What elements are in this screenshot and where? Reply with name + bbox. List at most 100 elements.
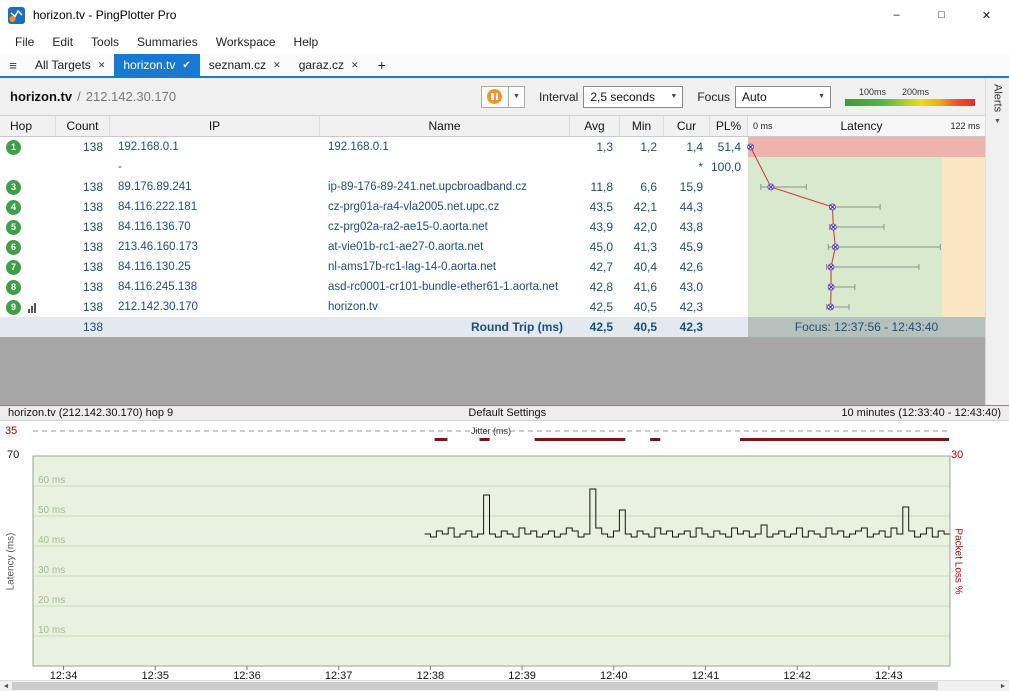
tab-seznam-cz[interactable]: seznam.cz ✕	[200, 54, 290, 76]
avg-cell: 43,5	[570, 197, 620, 217]
timeline-header: horizon.tv (212.142.30.170) hop 9 Defaul…	[0, 406, 1009, 421]
scroll-right-arrow-icon[interactable]: ►	[997, 681, 1009, 691]
latency-color-legend: 100ms 200ms	[845, 87, 975, 106]
target-name: horizon.tv	[10, 89, 72, 104]
hop-cell: 5	[0, 217, 56, 237]
header-pl[interactable]: PL%	[710, 116, 748, 136]
pl-cell	[710, 217, 748, 237]
ip-cell: 213.46.160.173	[110, 237, 320, 257]
hop-cell: 6	[0, 237, 56, 257]
close-button[interactable]: ✕	[964, 0, 1009, 30]
header-hop[interactable]: Hop	[0, 116, 56, 136]
latency-bar-cell	[748, 157, 985, 177]
table-row[interactable]: 713884.116.130.25nl-ams17b-rc1-lag-14-0.…	[0, 257, 985, 277]
tab-horizon-tv[interactable]: horizon.tv ✔	[114, 54, 199, 76]
ip-cell: 192.168.0.1	[110, 137, 320, 157]
min-cell: 42,1	[620, 197, 664, 217]
name-cell	[320, 157, 570, 177]
summary-count: 138	[56, 317, 110, 337]
min-cell: 41,3	[620, 237, 664, 257]
pause-dropdown-button[interactable]: ▼	[509, 86, 525, 108]
menu-summaries[interactable]: Summaries	[128, 35, 207, 49]
menu-edit[interactable]: Edit	[43, 35, 82, 49]
legend-200ms-label: 200ms	[902, 87, 929, 99]
hop-cell	[0, 157, 56, 177]
tab-list-menu-button[interactable]: ≡	[0, 54, 26, 76]
ip-cell: 84.116.245.138	[110, 277, 320, 297]
latency-axis-label: Latency (ms)	[6, 517, 17, 607]
ip-cell: 84.116.130.25	[110, 257, 320, 277]
tab-garaz-cz[interactable]: garaz.cz ✕	[290, 54, 368, 76]
close-icon[interactable]: ✕	[98, 60, 106, 71]
minimize-button[interactable]: –	[874, 0, 919, 30]
min-cell: 42,0	[620, 217, 664, 237]
name-cell: ip-89-176-89-241.net.upcbroadband.cz	[320, 177, 570, 197]
hop-number-badge: 8	[6, 280, 21, 295]
table-row[interactable]: 1138192.168.0.1192.168.0.11,31,21,451,4	[0, 137, 985, 157]
cur-cell: 15,9	[664, 177, 710, 197]
table-row[interactable]: 513884.116.136.70cz-prg02a-ra2-ae15-0.ao…	[0, 217, 985, 237]
tab-label: horizon.tv	[123, 58, 175, 72]
menu-tools[interactable]: Tools	[82, 35, 128, 49]
menu-help[interactable]: Help	[285, 35, 328, 49]
ip-cell: 84.116.222.181	[110, 197, 320, 217]
cur-cell: 44,3	[664, 197, 710, 217]
close-icon[interactable]: ✕	[351, 60, 359, 71]
latency-axis-max: 70	[7, 449, 19, 461]
close-icon[interactable]: ✕	[273, 60, 281, 71]
count-cell: 138	[56, 137, 110, 157]
avg-cell: 45,0	[570, 237, 620, 257]
header-count[interactable]: Count	[56, 116, 110, 136]
tab-all-targets[interactable]: All Targets ✕	[26, 54, 114, 76]
count-cell: 138	[56, 177, 110, 197]
timeline-panel: horizon.tv (212.142.30.170) hop 9 Defaul…	[0, 405, 1009, 680]
ip-cell: 212.142.30.170	[110, 297, 320, 317]
menu-file[interactable]: File	[6, 35, 43, 49]
gridline-label: 60 ms	[38, 475, 65, 486]
count-cell: 138	[56, 297, 110, 317]
header-name[interactable]: Name	[320, 116, 570, 136]
new-tab-button[interactable]: +	[368, 54, 396, 76]
empty-pane	[0, 337, 985, 405]
timeline-target-text: horizon.tv (212.142.30.170) hop 9	[8, 407, 173, 419]
name-cell: horizon.tv	[320, 297, 570, 317]
count-cell: 138	[56, 197, 110, 217]
focus-select[interactable]: Auto ▼	[735, 86, 831, 108]
pause-button[interactable]	[481, 86, 509, 108]
header-ip[interactable]: IP	[110, 116, 320, 136]
latency-bar-cell	[748, 237, 985, 257]
horizontal-scrollbar[interactable]: ◄ ►	[0, 680, 1009, 691]
alerts-side-tab[interactable]: Alerts ▼	[985, 78, 1009, 405]
latency-bar-cell	[748, 257, 985, 277]
cur-cell: 42,3	[664, 297, 710, 317]
table-row[interactable]: 9138212.142.30.170horizon.tv42,540,542,3	[0, 297, 985, 317]
header-latency[interactable]: 0 ms Latency 122 ms	[748, 116, 985, 136]
packet-loss-segment	[650, 438, 660, 441]
timeline-settings-text[interactable]: Default Settings	[173, 407, 841, 419]
table-row[interactable]: 813884.116.245.138asd-rc0001-cr101-bundl…	[0, 277, 985, 297]
header-cur[interactable]: Cur	[664, 116, 710, 136]
chevron-down-icon: ▼	[994, 118, 1001, 125]
table-row[interactable]: 413884.116.222.181cz-prg01a-ra4-vla2005.…	[0, 197, 985, 217]
menu-workspace[interactable]: Workspace	[207, 35, 285, 49]
table-row[interactable]: -*100,0	[0, 157, 985, 177]
scrollbar-thumb[interactable]	[12, 682, 938, 690]
jitter-axis-max: 35	[5, 425, 17, 437]
loss-axis-max: 30	[951, 449, 963, 461]
interval-select[interactable]: 2,5 seconds ▼	[583, 86, 683, 108]
ip-cell: 89.176.89.241	[110, 177, 320, 197]
table-row[interactable]: 6138213.46.160.173at-vie01b-rc1-ae27-0.a…	[0, 237, 985, 257]
interval-label: Interval	[539, 90, 578, 104]
maximize-button[interactable]: □	[919, 0, 964, 30]
table-row[interactable]: 313889.176.89.241ip-89-176-89-241.net.up…	[0, 177, 985, 197]
min-cell: 40,5	[620, 297, 664, 317]
tab-label: garaz.cz	[299, 58, 344, 72]
latency-gradient-bar	[845, 99, 975, 106]
timeline-range-text[interactable]: 10 minutes (12:33:40 - 12:43:40)	[841, 407, 1001, 419]
jitter-label: Jitter (ms)	[471, 426, 511, 436]
latency-title: Latency	[840, 119, 882, 133]
header-avg[interactable]: Avg	[570, 116, 620, 136]
header-min[interactable]: Min	[620, 116, 664, 136]
scroll-left-arrow-icon[interactable]: ◄	[0, 681, 12, 691]
timeline-chart[interactable]: Jitter (ms)60 ms50 ms40 ms30 ms20 ms10 m…	[0, 421, 1009, 681]
